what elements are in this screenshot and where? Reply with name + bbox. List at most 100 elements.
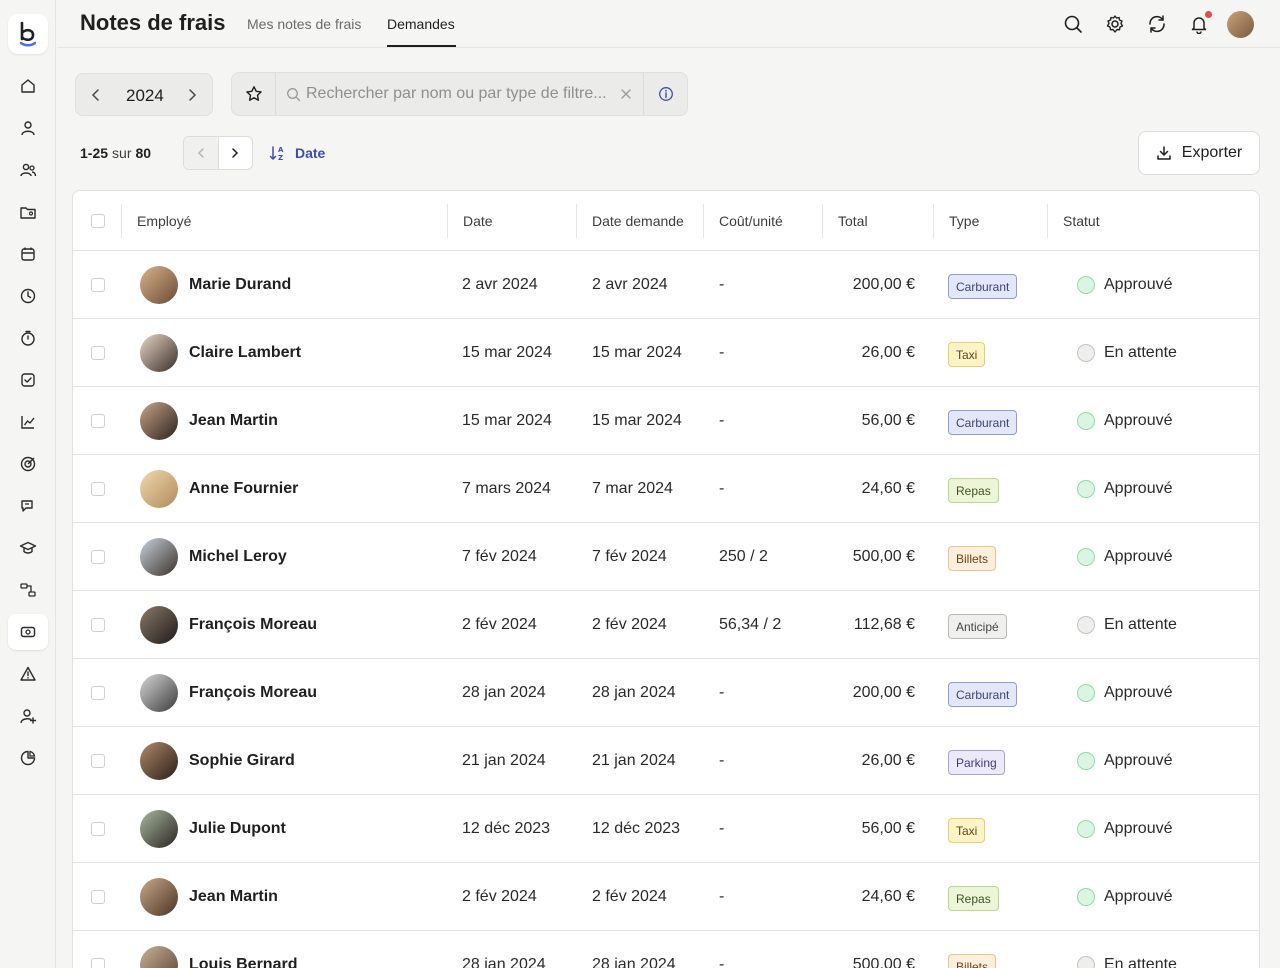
row-checkbox[interactable]: [91, 618, 105, 632]
sidebar-item-users[interactable]: [8, 152, 48, 188]
employee-name[interactable]: Claire Lambert: [189, 319, 301, 387]
cout-unite-cell: -: [719, 820, 725, 837]
table-row[interactable]: Jean Martin 15 mar 2024 15 mar 2024 - 56,00 …: [73, 387, 1259, 455]
sidebar-item-chart-line[interactable]: [8, 404, 48, 440]
row-checkbox[interactable]: [91, 890, 105, 904]
sync-chat-icon[interactable]: [1147, 14, 1167, 34]
sort-button[interactable]: AZ Date: [269, 144, 325, 162]
search-input[interactable]: [306, 83, 618, 105]
employee-name[interactable]: François Moreau: [189, 591, 317, 659]
sidebar-item-user-add[interactable]: [8, 698, 48, 734]
employee-name[interactable]: Jean Martin: [189, 863, 278, 931]
sort-label: Date: [295, 145, 326, 161]
range-total: 80: [135, 145, 152, 161]
expense-icon: [20, 626, 36, 638]
table-row[interactable]: Michel Leroy 7 fév 2024 7 fév 2024 250 / 2 5…: [73, 523, 1259, 591]
row-checkbox[interactable]: [91, 822, 105, 836]
col-type[interactable]: Type: [933, 191, 979, 251]
app-logo[interactable]: [8, 14, 48, 54]
total-cell: 26,00 €: [861, 344, 915, 361]
date-demande-cell: 7 mar 2024: [592, 480, 673, 497]
tab-mes-notes-de-frais[interactable]: Mes notes de frais: [247, 16, 361, 32]
row-checkbox[interactable]: [91, 346, 105, 360]
prev-page-button[interactable]: [184, 137, 219, 169]
cout-unite-cell: 56,34 / 2: [719, 616, 782, 633]
close-icon[interactable]: [619, 87, 633, 101]
employee-name[interactable]: Marie Durand: [189, 251, 291, 319]
sidebar-item-target[interactable]: [8, 446, 48, 482]
range-value: 1-25: [80, 145, 109, 161]
table-row[interactable]: Sophie Girard 21 jan 2024 21 jan 2024 - 26,0…: [73, 727, 1259, 795]
employee-name[interactable]: Jean Martin: [189, 387, 278, 455]
chevron-left-icon[interactable]: [88, 87, 104, 103]
export-button[interactable]: Exporter: [1138, 131, 1260, 175]
next-page-button[interactable]: [219, 137, 253, 169]
row-checkbox[interactable]: [91, 482, 105, 496]
info-button[interactable]: [643, 73, 687, 115]
clock-icon: [20, 288, 36, 304]
employee-name[interactable]: Julie Dupont: [189, 795, 286, 863]
select-all-checkbox[interactable]: [91, 214, 105, 228]
total-cell: 56,00 €: [861, 412, 915, 429]
sidebar-item-folder-user[interactable]: [8, 194, 48, 230]
gear-icon[interactable]: [1105, 14, 1125, 34]
sidebar-item-workflow[interactable]: [8, 572, 48, 608]
type-badge: Billets: [948, 954, 997, 968]
row-checkbox[interactable]: [91, 278, 105, 292]
table-header: Employé Date Date demande Coût/unité Tot…: [73, 191, 1259, 251]
chevron-right-icon: [232, 148, 239, 158]
sidebar-item-expense[interactable]: [8, 614, 48, 650]
sidebar-item-user[interactable]: [8, 110, 48, 146]
col-employe[interactable]: Employé: [121, 191, 191, 251]
favorite-filter-button[interactable]: [232, 73, 276, 115]
user-avatar[interactable]: [1227, 11, 1254, 38]
users-icon: [20, 163, 37, 177]
row-checkbox[interactable]: [91, 550, 105, 564]
row-checkbox[interactable]: [91, 414, 105, 428]
status-label: En attente: [1104, 956, 1177, 968]
sidebar-item-home[interactable]: [8, 68, 48, 104]
employee-name[interactable]: Louis Bernard: [189, 931, 297, 968]
table-row[interactable]: Marie Durand 2 avr 2024 2 avr 2024 - 200,00 …: [73, 251, 1259, 319]
col-statut[interactable]: Statut: [1047, 191, 1100, 251]
employee-name[interactable]: Michel Leroy: [189, 523, 287, 591]
col-date-demande[interactable]: Date demande: [576, 191, 684, 251]
col-cout-unite[interactable]: Coût/unité: [703, 191, 783, 251]
employee-name[interactable]: Anne Fournier: [189, 455, 298, 523]
sidebar-item-clock[interactable]: [8, 278, 48, 314]
sidebar-item-chat[interactable]: [8, 488, 48, 524]
sidebar: [0, 0, 56, 968]
sidebar-item-pie-chart[interactable]: [8, 740, 48, 776]
sidebar-item-alert[interactable]: [8, 656, 48, 692]
search-icon[interactable]: [1063, 14, 1083, 34]
date-cell: 7 fév 2024: [462, 548, 537, 565]
employee-name[interactable]: François Moreau: [189, 659, 317, 727]
total-cell: 112,68 €: [853, 616, 915, 633]
range-separator: sur: [112, 145, 132, 161]
row-checkbox[interactable]: [91, 686, 105, 700]
date-demande-cell: 28 jan 2024: [592, 956, 676, 968]
table-row[interactable]: Julie Dupont 12 déc 2023 12 déc 2023 - 56,00…: [73, 795, 1259, 863]
sidebar-item-calendar[interactable]: [8, 236, 48, 272]
chevron-right-icon[interactable]: [184, 87, 200, 103]
table-row[interactable]: François Moreau 28 jan 2024 28 jan 2024 - 20…: [73, 659, 1259, 727]
col-total[interactable]: Total: [822, 191, 868, 251]
table-row[interactable]: Claire Lambert 15 mar 2024 15 mar 2024 - 26,…: [73, 319, 1259, 387]
type-badge: Carburant: [948, 410, 1018, 435]
status-indicator-icon: [1077, 344, 1095, 362]
employee-name[interactable]: Sophie Girard: [189, 727, 295, 795]
col-date[interactable]: Date: [447, 191, 493, 251]
table-row[interactable]: Jean Martin 2 fév 2024 2 fév 2024 - 24,60 € R…: [73, 863, 1259, 931]
table-row[interactable]: François Moreau 2 fév 2024 2 fév 2024 56,34…: [73, 591, 1259, 659]
employee-avatar: [140, 946, 178, 968]
timer-icon: [21, 330, 35, 346]
sidebar-item-check-square[interactable]: [8, 362, 48, 398]
row-checkbox[interactable]: [91, 754, 105, 768]
row-checkbox[interactable]: [91, 958, 105, 968]
table-row[interactable]: Louis Bernard 28 jan 2024 28 jan 2024 - 500,…: [73, 931, 1259, 968]
sidebar-item-timer[interactable]: [8, 320, 48, 356]
tab-demandes[interactable]: Demandes: [387, 16, 455, 32]
type-badge: Carburant: [948, 682, 1018, 707]
sidebar-item-graduation[interactable]: [8, 530, 48, 566]
table-row[interactable]: Anne Fournier 7 mars 2024 7 mar 2024 - 24,60…: [73, 455, 1259, 523]
